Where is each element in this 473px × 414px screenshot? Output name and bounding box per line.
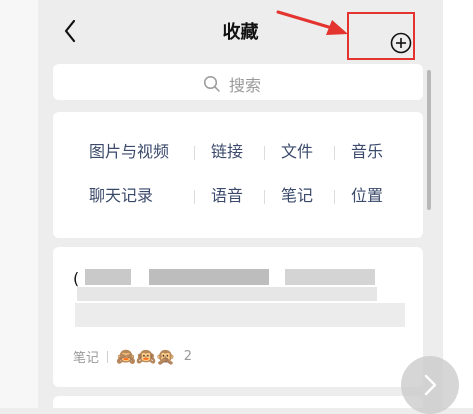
filter-images-videos[interactable]: 图片与视频 xyxy=(89,140,169,164)
category-filter-card: 图片与视频 链接 文件 音乐 聊天记录 语音 笔记 位置 xyxy=(53,112,423,238)
filter-voice[interactable]: 语音 xyxy=(211,184,243,208)
next-item-card[interactable] xyxy=(53,396,423,408)
scrollbar[interactable] xyxy=(427,70,431,210)
blurred-text xyxy=(75,303,405,327)
filter-divider xyxy=(264,146,265,160)
item-count: 2 xyxy=(183,349,193,364)
filter-row-1: 图片与视频 链接 文件 音乐 xyxy=(53,140,423,176)
favorite-item-card[interactable]: ( 笔记 🙈🙉🙊 2 xyxy=(53,247,423,387)
add-plus-circle-icon[interactable] xyxy=(390,32,412,54)
red-arrow-annotation xyxy=(276,10,348,35)
top-bar: 收藏 xyxy=(38,0,443,60)
filter-notes[interactable]: 笔记 xyxy=(281,184,313,208)
next-arrow-button[interactable] xyxy=(401,356,459,414)
filter-divider xyxy=(194,146,195,160)
filter-music[interactable]: 音乐 xyxy=(351,140,383,164)
filter-chat-history[interactable]: 聊天记录 xyxy=(89,184,153,208)
filter-divider xyxy=(334,146,335,160)
item-meta: 笔记 🙈🙉🙊 2 xyxy=(73,347,192,366)
blurred-text xyxy=(77,287,377,301)
add-button-highlight xyxy=(347,12,415,60)
chevron-right-icon xyxy=(424,374,437,396)
filter-row-2: 聊天记录 语音 笔记 位置 xyxy=(53,184,423,220)
right-edge-panel xyxy=(443,0,473,408)
item-text-start: ( xyxy=(73,269,80,288)
search-placeholder: 搜索 xyxy=(229,76,262,95)
filter-links[interactable]: 链接 xyxy=(211,140,243,164)
item-emojis: 🙈🙉🙊 xyxy=(116,346,176,366)
filter-divider xyxy=(194,190,195,204)
filter-location[interactable]: 位置 xyxy=(351,184,383,208)
filter-files[interactable]: 文件 xyxy=(281,140,313,164)
filter-divider xyxy=(264,190,265,204)
search-input[interactable]: 搜索 xyxy=(53,64,423,100)
blurred-text xyxy=(285,269,375,285)
search-icon xyxy=(203,75,220,92)
filter-divider xyxy=(334,190,335,204)
left-edge-panel xyxy=(0,0,38,408)
item-type-label: 笔记 xyxy=(73,351,100,366)
meta-divider xyxy=(107,350,109,363)
blurred-text xyxy=(85,269,131,285)
blurred-text xyxy=(149,269,269,285)
